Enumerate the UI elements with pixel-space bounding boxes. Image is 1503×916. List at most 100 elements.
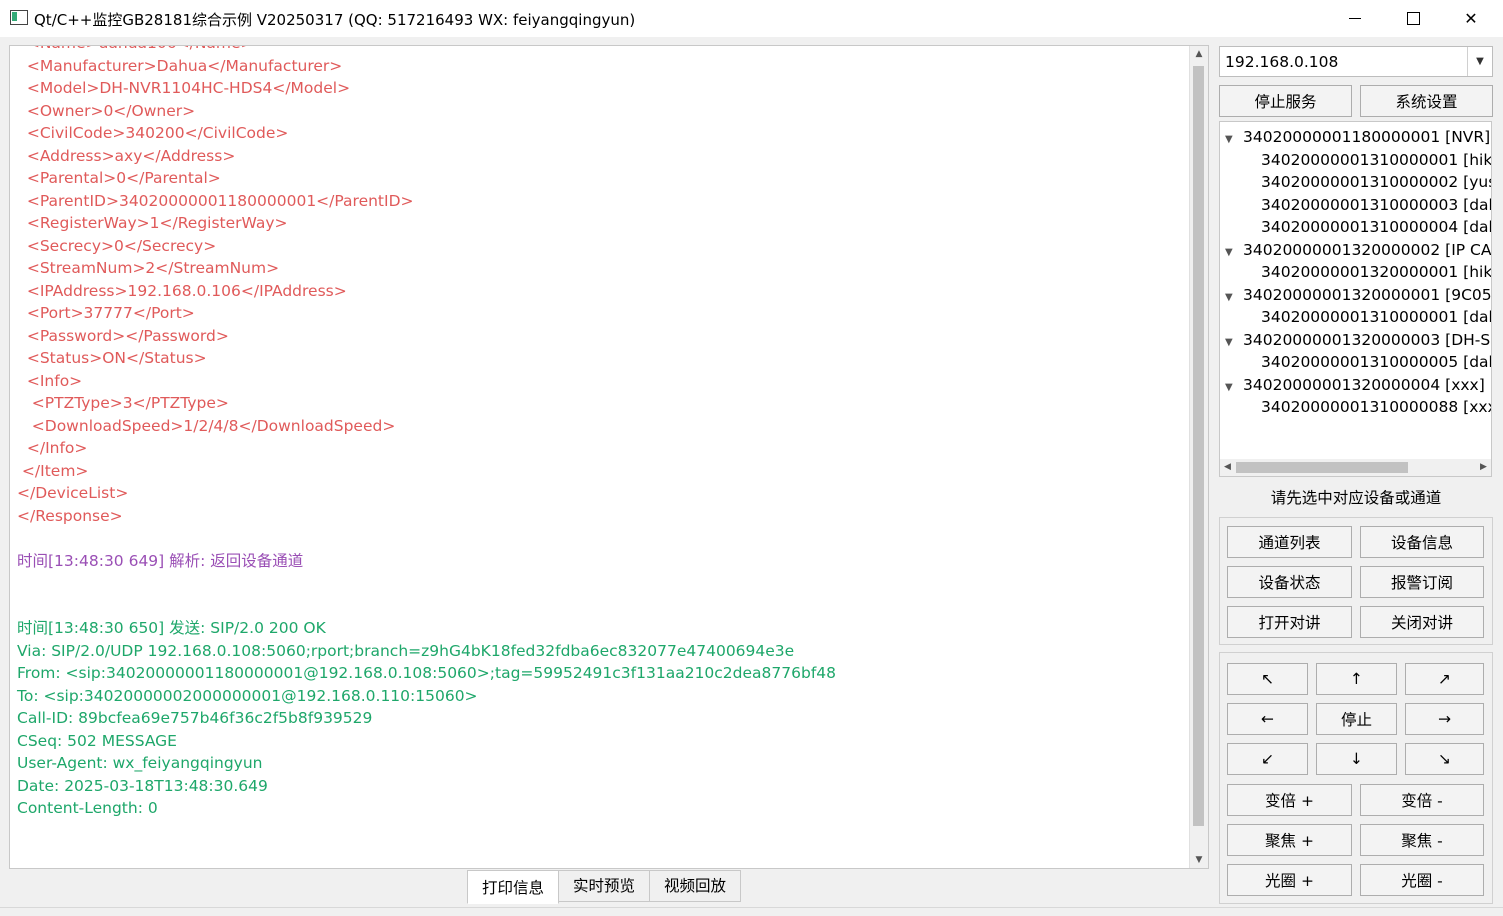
tree-item-channel[interactable]: 34020000001320000001 [hika [1261,261,1492,283]
log-line: <Info> [17,371,83,390]
chevron-down-icon[interactable]: ▼ [1467,47,1492,76]
device-info-button[interactable]: 设备信息 [1360,526,1484,558]
close-button[interactable]: ✕ [1442,0,1500,37]
ptz-stop-button[interactable]: 停止 [1316,703,1397,735]
arrow-down-right-icon: ↘ [1438,750,1451,768]
log-line: <CivilCode>340200</CivilCode> [17,124,289,142]
scroll-thumb[interactable] [1193,66,1204,826]
arrow-up-right-icon: ↗ [1438,670,1451,688]
arrow-up-icon: ↑ [1350,670,1363,688]
log-text: <Name>dahua106</Name> <Manufacturer>Dahu… [17,46,1188,820]
log-line: <ParentID>34020000001180000001</ParentID… [17,191,414,210]
tab-bar: 打印信息 实时预览 视频回放 [467,870,742,904]
log-scrollbar[interactable]: ▲ ▼ [1189,46,1208,868]
stop-service-button[interactable]: 停止服务 [1219,85,1352,117]
zoom-in-button[interactable]: 变倍 + [1227,784,1352,816]
tree-item-device[interactable]: ▼ 34020000001320000002 [IP CAM [1225,239,1492,264]
maximize-button[interactable] [1384,0,1442,37]
tree-item-device[interactable]: ▼ 34020000001320000001 [9C050 [1225,284,1491,309]
log-line: Content-Length: 0 [17,799,158,817]
focus-in-button[interactable]: 聚焦 + [1227,824,1352,856]
log-line: From: <sip:34020000001180000001@192.168.… [17,664,837,682]
minimize-icon [1349,18,1361,19]
alarm-subscribe-button[interactable]: 报警订阅 [1360,566,1484,598]
log-line: User-Agent: wx_feiyangqingyun [17,754,263,772]
arrow-left-icon: ← [1261,710,1274,728]
log-panel[interactable]: <Name>dahua106</Name> <Manufacturer>Dahu… [9,45,1209,869]
minimize-button[interactable] [1326,0,1384,37]
tree-item-label: 34020000001310000004 [dah [1261,218,1492,236]
tree-item-channel[interactable]: 34020000001310000005 [dah [1261,351,1492,373]
tab-playback[interactable]: 视频回放 [649,870,742,902]
tree-item-device[interactable]: ▼ 34020000001320000004 [xxx] [1225,374,1485,396]
open-talk-button[interactable]: 打开对讲 [1227,606,1352,638]
ptz-left-button[interactable]: ← [1227,703,1308,735]
ptz-up-left-button[interactable]: ↖ [1227,663,1308,695]
iris-open-button[interactable]: 光圈 + [1227,864,1352,896]
log-line: <DownloadSpeed>1/2/4/8</DownloadSpeed> [17,416,396,435]
tree-hscroll-thumb[interactable] [1236,462,1408,473]
ptz-up-button[interactable]: ↑ [1316,663,1397,695]
tab-live-preview[interactable]: 实时预览 [558,870,651,902]
tab-print-info[interactable]: 打印信息 [467,870,560,904]
tree-item-channel[interactable]: 34020000001310000001 [dah [1261,306,1491,328]
server-ip-combo[interactable]: 192.168.0.108 ▼ [1219,46,1493,77]
ptz-down-left-button[interactable]: ↙ [1227,743,1308,775]
tree-item-channel[interactable]: 34020000001310000088 [xxx] [1261,396,1491,418]
log-line: </Item> [17,461,89,480]
ptz-right-button[interactable]: → [1405,703,1484,735]
expand-caret-icon[interactable]: ▼ [1225,377,1243,399]
iris-close-button[interactable]: 光圈 - [1360,864,1484,896]
log-line: <Address>axy</Address> [17,146,236,165]
tree-item-channel[interactable]: 34020000001310000003 [dah [1261,194,1492,216]
server-ip-value: 192.168.0.108 [1225,53,1339,71]
scroll-right-icon[interactable]: ▶ [1476,459,1491,476]
tree-item-channel[interactable]: 34020000001310000002 [yush [1261,171,1491,193]
tree-item-device[interactable]: ▼ 34020000001320000003 [DH-SH [1225,329,1492,354]
log-line: CSeq: 502 MESSAGE [17,731,177,750]
close-icon: ✕ [1464,9,1478,28]
arrow-down-icon: ↓ [1350,750,1363,768]
ptz-up-right-button[interactable]: ↗ [1405,663,1484,695]
log-line: <Manufacturer>Dahua</Manufacturer> [17,56,343,75]
expand-caret-icon[interactable]: ▼ [1225,129,1243,151]
focus-out-button[interactable]: 聚焦 - [1360,824,1484,856]
app-icon [10,10,28,25]
tree-item-channel[interactable]: 34020000001310000004 [dah [1261,216,1492,238]
tree-item-label: 34020000001320000003 [DH-SH [1243,330,1492,349]
scroll-up-icon[interactable]: ▲ [1190,46,1208,62]
tree-item-channel[interactable]: 34020000001310000001 [hika [1261,149,1491,171]
log-line: Via: SIP/2.0/UDP 192.168.0.108:5060;rpor… [17,641,795,660]
channel-list-button[interactable]: 通道列表 [1227,526,1352,558]
ptz-down-button[interactable]: ↓ [1316,743,1397,775]
expand-caret-icon[interactable]: ▼ [1225,242,1243,264]
arrow-up-left-icon: ↖ [1261,670,1274,688]
tree-item-label: 34020000001180000001 [NVR] [1243,128,1491,146]
scroll-left-icon[interactable]: ◀ [1220,459,1235,476]
zoom-out-button[interactable]: 变倍 - [1360,784,1484,816]
maximize-icon [1406,12,1420,25]
expand-caret-icon[interactable]: ▼ [1225,287,1243,309]
log-line: <Parental>0</Parental> [17,169,221,187]
tree-item-label: 34020000001320000004 [xxx] [1243,375,1485,394]
log-line: </Info> [17,439,88,457]
device-status-button[interactable]: 设备状态 [1227,566,1352,598]
close-talk-button[interactable]: 关闭对讲 [1360,606,1484,638]
tree-item-label: 34020000001320000002 [IP CAM [1243,240,1492,259]
log-line: <IPAddress>192.168.0.106</IPAddress> [17,281,347,300]
tree-item-label: 34020000001320000001 [hika [1261,263,1492,281]
tree-hscrollbar[interactable]: ◀ ▶ [1220,459,1491,476]
log-line: <StreamNum>2</StreamNum> [17,259,280,277]
log-line: <RegisterWay>1</RegisterWay> [17,214,288,232]
expand-caret-icon[interactable]: ▼ [1225,332,1243,354]
device-tree[interactable]: ▼ 34020000001180000001 [NVR] 3402000000131… [1219,121,1492,477]
log-line: To: <sip:34020000002000000001@192.168.0.… [17,686,478,705]
log-line: <Secrecy>0</Secrecy> [17,236,217,255]
ptz-down-right-button[interactable]: ↘ [1405,743,1484,775]
tree-item-label: 34020000001310000003 [dah [1261,195,1492,214]
tree-item-device[interactable]: ▼ 34020000001180000001 [NVR] [1225,126,1490,148]
title-bar: Qt/C++监控GB28181综合示例 V20250317 (QQ: 51721… [0,0,1503,37]
system-settings-button[interactable]: 系统设置 [1360,85,1493,117]
tree-item-label: 34020000001310000005 [dah [1261,353,1492,371]
scroll-down-icon[interactable]: ▼ [1190,852,1208,868]
